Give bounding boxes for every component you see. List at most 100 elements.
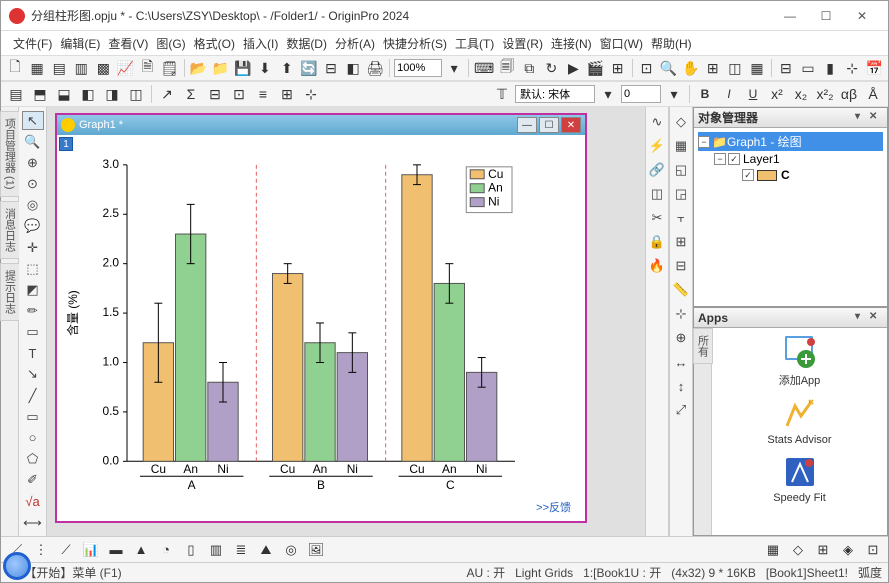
menu-gadgets[interactable]: 快捷分析(S) xyxy=(379,33,451,54)
collapse-icon[interactable]: − xyxy=(714,153,726,165)
symbol-edge-icon[interactable]: ◇ xyxy=(670,111,692,133)
app-speedy-fit[interactable]: Speedy Fit xyxy=(773,454,826,504)
menu-file[interactable]: 文件(F) xyxy=(9,33,56,54)
clip-data-icon[interactable]: ✂ xyxy=(646,207,668,229)
box-plot-icon[interactable]: ▯ xyxy=(180,540,202,560)
legend-icon[interactable]: ▭ xyxy=(798,57,818,79)
add-right-icon[interactable]: ◨ xyxy=(101,83,123,105)
poly-tool-icon[interactable]: ⬠ xyxy=(22,450,44,469)
app-add[interactable]: 添加App xyxy=(779,334,821,388)
stat-plot-icon[interactable]: ⊞ xyxy=(812,540,834,560)
batch-icon[interactable]: ⊟ xyxy=(321,57,341,79)
workspace[interactable]: Graph1 * — ☐ ✕ 1 0.00.51.01.52.02.53.0含量… xyxy=(47,107,645,536)
object-manager-header[interactable]: 对象管理器 ▾ ✕ xyxy=(694,108,887,128)
subscript-icon[interactable]: x₂ xyxy=(790,83,812,105)
menu-window[interactable]: 窗口(W) xyxy=(596,33,647,54)
zoom-input[interactable] xyxy=(394,59,442,77)
dock-messages[interactable]: 消息日志 xyxy=(0,201,20,259)
print-icon[interactable]: 🖨 xyxy=(365,57,385,79)
menu-help[interactable]: 帮助(H) xyxy=(647,33,696,54)
print-preview-icon[interactable]: 🗐 xyxy=(497,57,517,79)
minimize-button[interactable]: — xyxy=(772,4,808,28)
annotation-icon[interactable]: 💬 xyxy=(22,217,44,236)
app-stats-advisor[interactable]: Stats Advisor xyxy=(767,396,831,446)
new-project-icon[interactable]: 🗋 xyxy=(5,57,25,79)
panel-close-icon[interactable]: ✕ xyxy=(869,111,883,125)
panel-dropdown-icon[interactable]: ▾ xyxy=(855,111,869,125)
superscript-icon[interactable]: x² xyxy=(766,83,788,105)
add-column-icon[interactable]: ⊞ xyxy=(608,57,628,79)
ascending-icon[interactable]: ↗ xyxy=(156,83,178,105)
underline-icon[interactable]: U xyxy=(742,83,764,105)
line-symbol-icon[interactable]: ⟋ xyxy=(55,540,77,560)
anti-alias-icon[interactable]: ∿ xyxy=(646,111,668,133)
snap-grid-icon[interactable]: ⊹ xyxy=(670,303,692,325)
zoom-in-icon[interactable]: 🔍 xyxy=(659,57,679,79)
col-stats-icon[interactable]: ⊡ xyxy=(228,83,250,105)
data-reader-icon[interactable]: ◎ xyxy=(22,196,44,215)
menu-tools[interactable]: 工具(T) xyxy=(451,33,498,54)
new-excel-icon[interactable]: ▤ xyxy=(49,57,69,79)
supersub-icon[interactable]: x²₂ xyxy=(814,83,836,105)
scale-tool-icon[interactable]: ⟷ xyxy=(22,513,44,532)
xy-scale-icon[interactable]: ⊹ xyxy=(842,57,862,79)
font-bold-icon[interactable]: 𝕋 xyxy=(491,83,513,105)
add-top-icon[interactable]: ⬒ xyxy=(29,83,51,105)
add-left-icon[interactable]: ◧ xyxy=(77,83,99,105)
scale-in-icon[interactable]: 🔥 xyxy=(646,255,668,277)
graph-max-button[interactable]: ☐ xyxy=(539,117,559,133)
rescale-icon[interactable]: ⊡ xyxy=(637,57,657,79)
3d-plot-icon[interactable]: ◇ xyxy=(787,540,809,560)
search-magnifier-icon[interactable] xyxy=(3,552,31,580)
tree-root[interactable]: − 📁 Graph1 - 绘图 xyxy=(698,132,883,151)
bold-icon[interactable]: B xyxy=(694,83,716,105)
send-back-icon[interactable]: ◲ xyxy=(670,183,692,205)
selection-icon[interactable]: ⬚ xyxy=(22,259,44,278)
dock-project-explorer[interactable]: 项目管理器 (1) xyxy=(0,111,20,197)
mask-tool-icon[interactable]: ◩ xyxy=(22,280,44,299)
ungroup-icon[interactable]: ⊟ xyxy=(670,255,692,277)
axes-dialog-icon[interactable]: ⊞ xyxy=(703,57,723,79)
series-checkbox[interactable]: ✓ xyxy=(742,169,754,181)
collapse-icon[interactable]: − xyxy=(698,136,710,148)
template-lib-icon[interactable]: ▦ xyxy=(762,540,784,560)
err-bar-icon[interactable]: ⫟ xyxy=(670,207,692,229)
font-dropdown-icon[interactable]: ▾ xyxy=(597,83,619,105)
close-button[interactable]: ✕ xyxy=(844,4,880,28)
new-layout-icon[interactable]: 🗎 xyxy=(137,57,157,79)
menu-view[interactable]: 查看(V) xyxy=(104,33,152,54)
row-stats-icon[interactable]: ⊟ xyxy=(204,83,226,105)
graph-min-button[interactable]: — xyxy=(517,117,537,133)
split-icon[interactable]: ⊞ xyxy=(276,83,298,105)
align-v-icon[interactable]: ↕ xyxy=(670,375,692,397)
duplicate-icon[interactable]: ⧉ xyxy=(519,57,539,79)
apps-header[interactable]: Apps ▾ ✕ xyxy=(694,308,887,328)
arrow-tool-icon[interactable]: ↘ xyxy=(22,365,44,384)
zoom-dropdown-icon[interactable]: ▾ xyxy=(444,57,464,79)
new-notes-icon[interactable]: 🗒 xyxy=(160,57,180,79)
line-tool-icon[interactable]: ╱ xyxy=(22,386,44,405)
extract-layers-icon[interactable]: ▦ xyxy=(747,57,767,79)
histogram-icon[interactable]: ▥ xyxy=(205,540,227,560)
recalc-icon[interactable]: 🔄 xyxy=(299,57,319,79)
layer-link-icon[interactable]: 🔗 xyxy=(646,159,668,181)
circle-tool-icon[interactable]: ○ xyxy=(22,428,44,447)
upper-panel-icon[interactable]: ▤ xyxy=(5,83,27,105)
open-template-icon[interactable]: 📁 xyxy=(211,57,231,79)
group-icon[interactable]: ⊞ xyxy=(670,231,692,253)
browser-plot-icon[interactable]: ⊡ xyxy=(862,540,884,560)
pointer-tool-icon[interactable]: ↖ xyxy=(22,111,44,130)
contour-icon[interactable]: ◎ xyxy=(280,540,302,560)
reader-tool-icon[interactable]: ⊕ xyxy=(22,153,44,172)
rect-tool-icon[interactable]: ▭ xyxy=(22,407,44,426)
digitize-icon[interactable]: ◧ xyxy=(343,57,363,79)
menu-data[interactable]: 数据(D) xyxy=(282,33,331,54)
merge-graphs-icon[interactable]: ⊟ xyxy=(776,57,796,79)
tree-layer[interactable]: − ✓ Layer1 xyxy=(698,151,883,167)
new-workbook-icon[interactable]: ▦ xyxy=(27,57,47,79)
snap-obj-icon[interactable]: ⊕ xyxy=(670,327,692,349)
region-tool-icon[interactable]: ▭ xyxy=(22,323,44,342)
show-data-icon[interactable]: ◫ xyxy=(646,183,668,205)
scatter-plot-icon[interactable]: ⋮ xyxy=(30,540,52,560)
open-icon[interactable]: 📂 xyxy=(189,57,209,79)
